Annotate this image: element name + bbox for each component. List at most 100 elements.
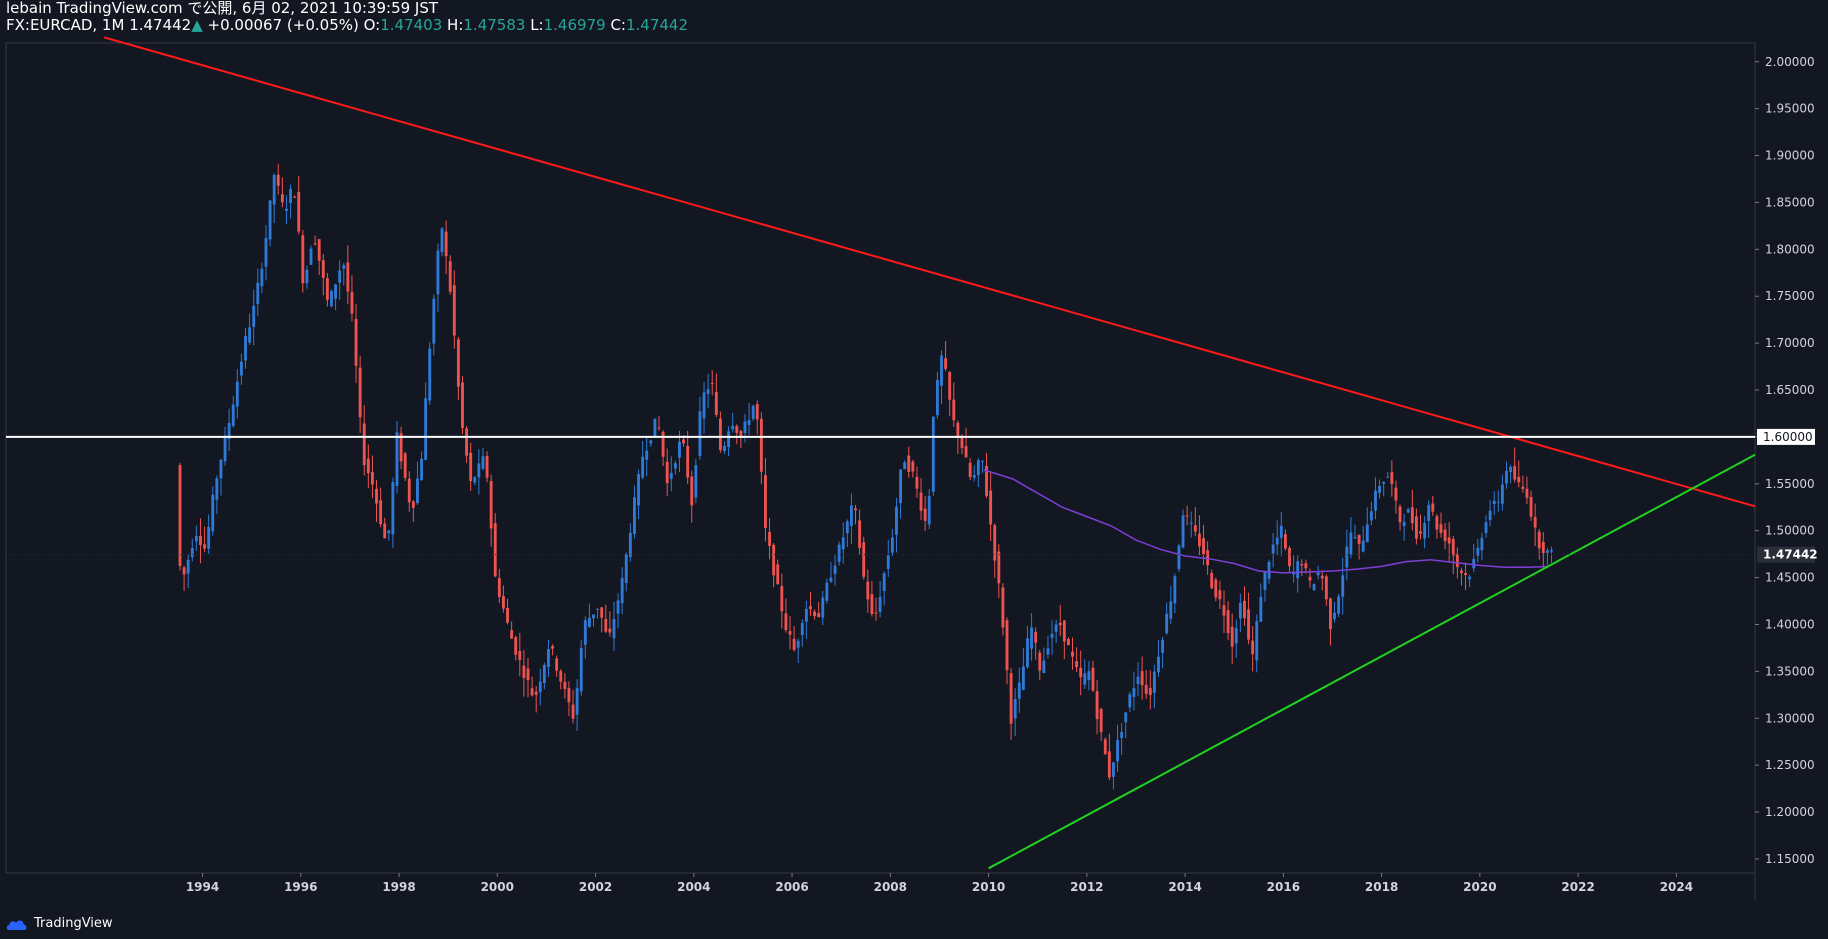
- candle-body: [866, 581, 870, 600]
- candle-body: [264, 238, 268, 267]
- price-tick-label: 1.65000: [1765, 383, 1815, 397]
- candle-body: [346, 262, 350, 292]
- candle-body: [1419, 531, 1422, 534]
- moving-average-line: [983, 469, 1549, 574]
- candle-body: [600, 607, 604, 618]
- candle-body: [354, 318, 358, 366]
- candle-body: [1062, 620, 1066, 642]
- candle-body: [473, 477, 477, 483]
- candle-body: [837, 544, 841, 562]
- candle-body: [1259, 596, 1263, 622]
- candle-body: [207, 526, 211, 549]
- candle-body: [1226, 610, 1230, 634]
- candle-body: [485, 455, 489, 478]
- candle-body: [1509, 467, 1513, 473]
- candle-body: [1324, 576, 1328, 600]
- candle-body: [862, 542, 866, 577]
- candle-body: [657, 427, 661, 429]
- candle-body: [907, 455, 911, 472]
- candle-body: [534, 691, 538, 695]
- candle-body: [1480, 538, 1484, 551]
- candle-body: [1496, 501, 1500, 503]
- price-tick-label: 1.80000: [1765, 242, 1815, 256]
- candle-body: [849, 505, 853, 526]
- candle-body: [489, 481, 493, 529]
- candle-body: [1439, 524, 1443, 533]
- candle-body: [993, 525, 997, 561]
- candle-body: [1161, 639, 1165, 653]
- candle-body: [403, 453, 407, 478]
- candle-body: [1222, 605, 1226, 616]
- candle-body: [424, 398, 428, 460]
- candle-body: [1283, 534, 1287, 549]
- candle-body: [764, 475, 767, 528]
- time-tick-label: 2024: [1660, 880, 1693, 894]
- candle-body: [1099, 708, 1103, 733]
- candle-body: [465, 428, 469, 456]
- candle-body: [997, 551, 1001, 584]
- candle-body: [1329, 598, 1332, 630]
- candle-body: [1255, 621, 1259, 661]
- candle-body: [1181, 515, 1185, 548]
- candle-body: [436, 250, 440, 295]
- candle-body: [1013, 699, 1017, 719]
- candle-body: [1083, 673, 1087, 685]
- candle-body: [276, 174, 280, 186]
- candle-body: [1095, 691, 1099, 720]
- candle-body: [338, 270, 342, 283]
- candle-body: [1374, 490, 1377, 511]
- candle-body: [1075, 661, 1079, 668]
- candle-body: [858, 520, 862, 549]
- time-tick-label: 2016: [1267, 880, 1300, 894]
- candle-body: [1202, 538, 1205, 555]
- candle-body: [1185, 515, 1189, 517]
- candle-body: [563, 681, 567, 689]
- price-tick-label: 1.35000: [1765, 664, 1815, 678]
- candle-body: [530, 688, 534, 696]
- candle-body: [1525, 488, 1529, 498]
- candle-body: [559, 671, 563, 682]
- candle-body: [1042, 660, 1046, 673]
- candle-body: [1050, 633, 1054, 638]
- candle-body: [940, 355, 943, 386]
- last-price-text: 1.47442: [1763, 548, 1818, 562]
- candle-body: [1087, 671, 1091, 681]
- candle-body: [1488, 510, 1492, 520]
- candle-body: [194, 536, 198, 542]
- candle-body: [665, 461, 669, 484]
- chart-canvas[interactable]: 1.15000 1.20000 1.25000 1.30000 1.35000 1.400…: [0, 0, 1828, 939]
- time-tick-label: 1998: [382, 880, 415, 894]
- candle-body: [1378, 485, 1382, 493]
- candle-body: [755, 404, 759, 420]
- candle-body: [649, 440, 653, 444]
- candle-body: [841, 537, 845, 550]
- candle-body: [890, 537, 894, 553]
- candle-body: [1451, 538, 1455, 556]
- candle-body: [477, 463, 481, 478]
- candle-body: [1390, 472, 1394, 485]
- candle-body: [1443, 529, 1447, 542]
- price-axis[interactable]: 1.15000 1.20000 1.25000 1.30000 1.35000 1.400…: [1755, 55, 1815, 866]
- candle-body: [1382, 482, 1386, 484]
- candle-body: [1312, 584, 1316, 591]
- candle-body: [375, 488, 378, 504]
- candle-body: [190, 547, 194, 558]
- candle-body: [456, 339, 460, 387]
- candle-body: [211, 494, 215, 532]
- candle-body: [461, 382, 464, 428]
- candle-body: [1410, 507, 1414, 524]
- time-axis[interactable]: 1994 1996 1998 2000 2002 2004 2006 2008 2010 2012…: [186, 873, 1693, 894]
- candle-body: [1353, 537, 1357, 539]
- candle-body: [309, 248, 313, 265]
- price-tick-label: 1.25000: [1765, 758, 1815, 772]
- candle-body: [682, 439, 686, 444]
- price-tick-label: 1.20000: [1765, 805, 1815, 819]
- candle-body: [497, 577, 501, 598]
- trendlines-layer[interactable]: [6, 36, 1756, 870]
- candle-body: [215, 478, 219, 500]
- candle-body: [1365, 524, 1369, 543]
- candle-body: [1316, 572, 1320, 576]
- candle-body: [796, 640, 800, 648]
- candle-body: [628, 532, 632, 558]
- price-tick-label: 1.70000: [1765, 336, 1815, 350]
